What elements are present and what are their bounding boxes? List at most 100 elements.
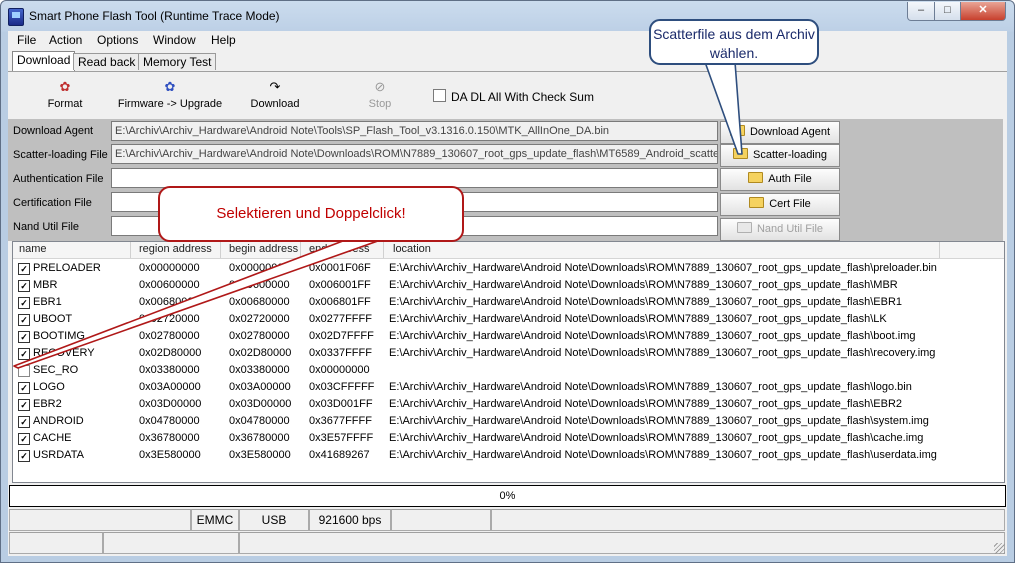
menu-window[interactable]: Window — [153, 33, 196, 47]
row-begin-address: 0x02780000 — [229, 330, 290, 342]
column-separator[interactable] — [130, 242, 131, 258]
row-name: EBR2 — [33, 398, 62, 410]
row-checkbox[interactable]: ✓ — [18, 450, 30, 462]
row-checkbox[interactable] — [18, 365, 30, 377]
status-storage: EMMC — [191, 509, 239, 531]
row-end-address: 0x03D001FF — [309, 398, 373, 410]
format-button[interactable]: ✿ Format — [44, 77, 86, 115]
row-location: E:\Archiv\Archiv_Hardware\Android Note\D… — [389, 432, 924, 444]
minimize-button[interactable]: – — [907, 2, 935, 21]
column-separator[interactable] — [383, 242, 384, 258]
table-row[interactable]: ✓ ANDROID 0x04780000 0x04780000 0x3677FFFF E:… — [13, 413, 1004, 430]
row-location: E:\Archiv\Archiv_Hardware\Android Note\D… — [389, 381, 912, 393]
partition-list[interactable]: name region address begin address end ad… — [12, 241, 1005, 483]
row-begin-address: 0x00600000 — [229, 279, 290, 291]
scatter-file-field[interactable]: E:\Archiv\Archiv_Hardware\Android Note\D… — [111, 144, 718, 164]
checksum-checkbox[interactable] — [433, 89, 446, 102]
row-location: E:\Archiv\Archiv_Hardware\Android Note\D… — [389, 296, 903, 308]
table-row[interactable]: ✓ CACHE 0x36780000 0x36780000 0x3E57FFFF E:\A… — [13, 430, 1004, 447]
column-separator[interactable] — [300, 242, 301, 258]
cert-file-label: Certification File — [13, 197, 92, 209]
auth-file-button[interactable]: Auth File — [720, 168, 840, 191]
menu-file[interactable]: File — [17, 33, 36, 47]
row-begin-address: 0x3E580000 — [229, 449, 291, 461]
tab-memory-test[interactable]: Memory Test — [138, 53, 217, 70]
row-begin-address: 0x03A00000 — [229, 381, 291, 393]
row-name: CACHE — [33, 432, 72, 444]
menu-help[interactable]: Help — [211, 33, 236, 47]
download-agent-field[interactable]: E:\Archiv\Archiv_Hardware\Android Note\T… — [111, 121, 718, 141]
firmware-upgrade-button[interactable]: ✿ Firmware -> Upgrade — [116, 77, 224, 115]
download-agent-button-label: Download Agent — [749, 126, 831, 138]
row-checkbox[interactable]: ✓ — [18, 280, 30, 292]
row-end-address: 0x0001F06F — [309, 262, 371, 274]
menu-action[interactable]: Action — [49, 33, 82, 47]
download-agent-button[interactable]: Download Agent — [720, 121, 840, 144]
row-name: BOOTIMG — [33, 330, 85, 342]
client-area: File Action Options Window Help Download… — [8, 31, 1007, 556]
table-row[interactable]: ✓ MBR 0x00600000 0x00600000 0x006001FF E:\Arc… — [13, 277, 1004, 294]
column-end-address[interactable]: end address — [309, 243, 370, 255]
row-name: PRELOADER — [33, 262, 101, 274]
column-name[interactable]: name — [19, 243, 47, 255]
cert-file-button[interactable]: Cert File — [720, 193, 840, 216]
row-checkbox[interactable]: ✓ — [18, 399, 30, 411]
column-separator[interactable] — [220, 242, 221, 258]
status-baud: 921600 bps — [309, 509, 391, 531]
row-region-address: 0x00600000 — [139, 279, 200, 291]
table-row[interactable]: SEC_RO 0x03380000 0x03380000 0x00000000 — [13, 362, 1004, 379]
scatter-loading-button[interactable]: Scatter-loading — [720, 144, 840, 167]
row-checkbox[interactable]: ✓ — [18, 416, 30, 428]
firmware-upgrade-label: Firmware -> Upgrade — [117, 98, 223, 110]
row-checkbox[interactable]: ✓ — [18, 297, 30, 309]
checksum-option[interactable]: DA DL All With Check Sum — [433, 89, 594, 104]
row-location: E:\Archiv\Archiv_Hardware\Android Note\D… — [389, 449, 937, 461]
list-header: name region address begin address end ad… — [13, 242, 1004, 259]
table-row[interactable]: ✓ PRELOADER 0x00000000 0x00000000 0x0001F06F… — [13, 260, 1004, 277]
row-checkbox[interactable]: ✓ — [18, 263, 30, 275]
progress-text: 0% — [499, 490, 516, 502]
tab-download[interactable]: Download — [12, 51, 76, 71]
progress-bar: 0% — [9, 485, 1006, 507]
row-checkbox[interactable]: ✓ — [18, 433, 30, 445]
tab-divider — [8, 71, 1007, 72]
folder-icon — [749, 197, 765, 208]
format-icon: ✿ — [59, 79, 71, 94]
download-button[interactable]: ↷ Download — [247, 77, 303, 115]
close-button[interactable]: ✕ — [960, 2, 1006, 21]
row-end-address: 0x006001FF — [309, 279, 371, 291]
row-checkbox[interactable]: ✓ — [18, 382, 30, 394]
auth-file-field[interactable] — [111, 168, 718, 188]
status-bar: EMMC USB 921600 bps — [8, 509, 1007, 556]
row-name: UBOOT — [33, 313, 73, 325]
table-row[interactable]: ✓ EBR1 0x00680000 0x00680000 0x006801FF E:\Ar… — [13, 294, 1004, 311]
nand-util-file-button[interactable]: Nand Util File — [720, 218, 840, 241]
row-checkbox[interactable]: ✓ — [18, 314, 30, 326]
row-checkbox[interactable]: ✓ — [18, 348, 30, 360]
table-row[interactable]: ✓ USRDATA 0x3E580000 0x3E580000 0x41689267 E:… — [13, 447, 1004, 464]
table-row[interactable]: ✓ BOOTIMG 0x02780000 0x02780000 0x02D7FFFF E:… — [13, 328, 1004, 345]
table-row[interactable]: ✓ LOGO 0x03A00000 0x03A00000 0x03CFFFFF E:\Ar… — [13, 379, 1004, 396]
column-location[interactable]: location — [393, 243, 431, 255]
resize-grip[interactable] — [994, 543, 1005, 554]
maximize-button[interactable]: □ — [934, 2, 961, 21]
menu-options[interactable]: Options — [97, 33, 138, 47]
tab-read-back[interactable]: Read back — [73, 53, 141, 70]
column-separator[interactable] — [939, 242, 940, 258]
download-icon: ↷ — [269, 79, 281, 94]
title-bar[interactable]: Smart Phone Flash Tool (Runtime Trace Mo… — [1, 1, 1014, 31]
row-region-address: 0x02720000 — [139, 313, 200, 325]
row-name: MBR — [33, 279, 58, 291]
row-begin-address: 0x03380000 — [229, 364, 290, 376]
table-row[interactable]: ✓ RECOVERY 0x02D80000 0x02D80000 0x0337FFFF E… — [13, 345, 1004, 362]
toolbar: ✿ Format ✿ Firmware -> Upgrade ↷ Downloa… — [8, 73, 1007, 119]
row-end-address: 0x006801FF — [309, 296, 371, 308]
row-name: USRDATA — [33, 449, 84, 461]
column-region-address[interactable]: region address — [139, 243, 212, 255]
table-row[interactable]: ✓ UBOOT 0x02720000 0x02720000 0x0277FFFF E:\A… — [13, 311, 1004, 328]
stop-button[interactable]: ⊘ Stop — [363, 77, 397, 115]
row-checkbox[interactable]: ✓ — [18, 331, 30, 343]
table-row[interactable]: ✓ EBR2 0x03D00000 0x03D00000 0x03D001FF E:\Ar… — [13, 396, 1004, 413]
row-end-address: 0x03CFFFFF — [309, 381, 375, 393]
column-begin-address[interactable]: begin address — [229, 243, 298, 255]
